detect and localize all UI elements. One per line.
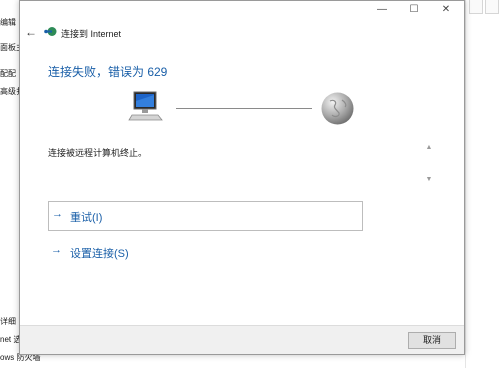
arrow-right-icon: → bbox=[52, 208, 63, 220]
setup-connection-label: 设置连接(S) bbox=[70, 248, 129, 260]
error-heading: 连接失败，错误为 629 bbox=[48, 65, 168, 79]
connect-dialog: — ☐ ✕ ← 连接到 Internet 连接失败，错误为 629 连接被远程计… bbox=[19, 0, 465, 355]
title-bar: — ☐ ✕ ← 连接到 Internet bbox=[20, 1, 464, 41]
background-text-details: 详细 bbox=[0, 317, 16, 326]
error-message: 连接被远程计算机终止。 bbox=[48, 148, 148, 158]
background-tab[interactable] bbox=[485, 0, 499, 14]
connection-line bbox=[176, 108, 312, 109]
dialog-title: 连接到 Internet bbox=[61, 29, 122, 39]
dialog-footer: 取消 bbox=[20, 325, 464, 354]
background-right-panel bbox=[465, 0, 500, 368]
background-tab[interactable] bbox=[469, 0, 483, 14]
scroll-up-icon[interactable]: ▲ bbox=[424, 144, 434, 152]
arrow-right-icon: → bbox=[51, 244, 62, 256]
scroll-down-icon[interactable]: ▼ bbox=[424, 176, 434, 184]
background-menu-edit[interactable]: 编辑 bbox=[0, 17, 16, 28]
internet-globe-icon bbox=[321, 92, 354, 125]
retry-button[interactable]: → 重试(I) bbox=[48, 201, 363, 231]
retry-label: 重试(I) bbox=[70, 212, 103, 224]
background-link-configure[interactable]: 配配 bbox=[0, 68, 16, 79]
message-scrollbar[interactable]: ▲ ▼ bbox=[424, 144, 434, 184]
back-arrow-icon[interactable]: ← bbox=[24, 25, 38, 39]
maximize-button[interactable]: ☐ bbox=[398, 1, 430, 19]
close-button[interactable]: ✕ bbox=[430, 1, 462, 19]
computer-icon bbox=[128, 91, 163, 121]
cancel-button[interactable]: 取消 bbox=[408, 332, 456, 349]
minimize-button[interactable]: — bbox=[366, 1, 398, 19]
network-icon bbox=[44, 27, 57, 36]
background-left-panel: 编辑 面板主 配配 高级扌 详细 net 选 ows 防火墙 bbox=[0, 0, 40, 368]
